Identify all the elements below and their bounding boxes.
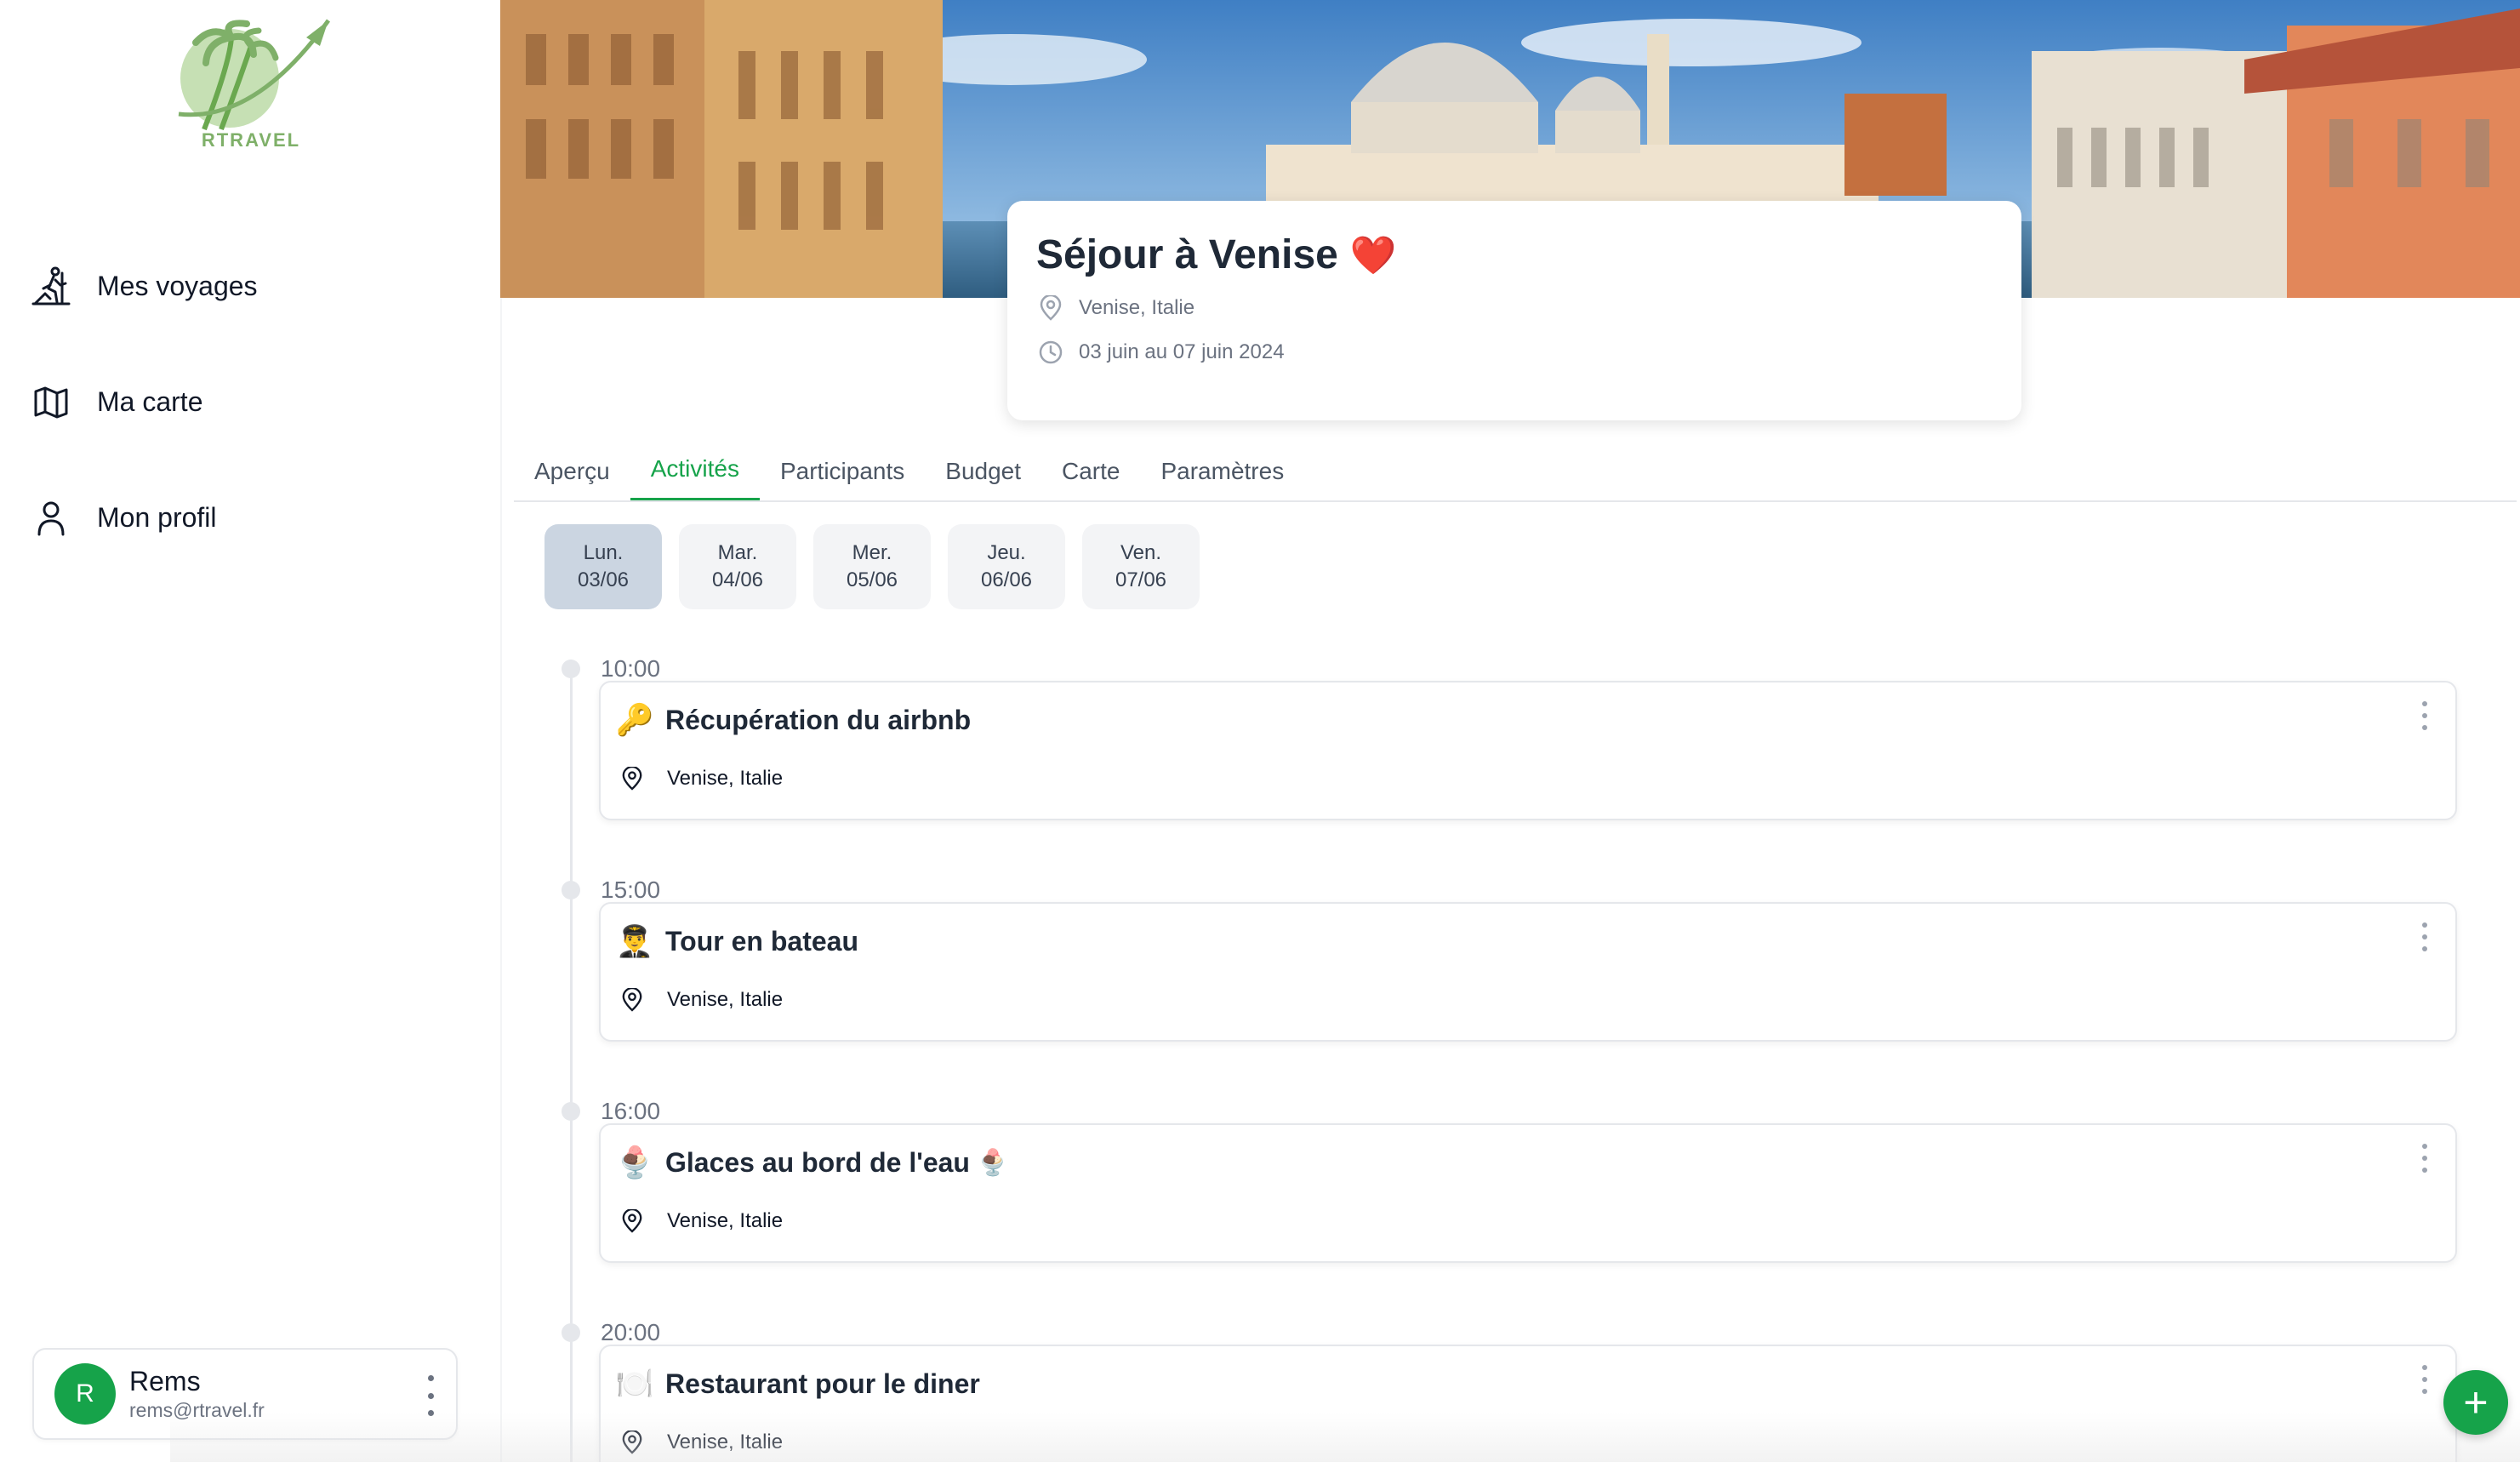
tab-budget[interactable]: Budget (945, 458, 1021, 500)
activity-title-row: 🍨 Glaces au bord de l'eau 🍨 (615, 1144, 1009, 1181)
activity-location: Venise, Italie (667, 1209, 784, 1232)
clock-icon (1036, 338, 1065, 367)
activity-card[interactable]: 🍽️ Restaurant pour le diner Venise, Ital… (599, 1345, 2457, 1462)
activity-time: 15:00 (601, 877, 661, 903)
activity-menu-icon[interactable] (2420, 922, 2430, 951)
activity-title: Récupération du airbnb (665, 704, 972, 735)
timeline-dot (562, 660, 580, 678)
day-name: Jeu. (987, 541, 1026, 564)
trip-location: Venise, Italie (1079, 296, 1195, 319)
activity-item: 10:00 🔑 Récupération du airbnb Venise, I… (553, 652, 2459, 820)
activity-title-row: 🍽️ Restaurant pour le diner (616, 1365, 980, 1402)
sidebar-item-label: Mon profil (97, 501, 217, 533)
heart-icon: ❤️ (1349, 234, 1397, 277)
activity-title-row: 🔑 Récupération du airbnb (615, 701, 972, 739)
activity-menu-icon[interactable] (2420, 1365, 2430, 1394)
day-date: 07/06 (1115, 568, 1167, 591)
sidebar-nav: Mes voyages Ma carte Mon profil (31, 255, 473, 603)
activity-title-row: 👨‍✈️ Tour en bateau (616, 922, 858, 960)
activity-menu-icon[interactable] (2420, 1144, 2430, 1173)
day-pill-mercredi[interactable]: Mer. 05/06 (813, 524, 931, 609)
trip-info-card: Séjour à Venise ❤️ Venise, Italie 03 jui… (1007, 201, 2021, 420)
location-pin-icon (618, 985, 647, 1014)
trip-title-row: Séjour à Venise ❤️ (1036, 231, 1993, 278)
ice-cream-shop-icon: 🍨 (615, 1145, 654, 1179)
sidebar-item-mes-voyages[interactable]: Mes voyages (31, 255, 473, 317)
activity-time: 20:00 (601, 1319, 661, 1345)
activity-location-row: Venise, Italie (618, 985, 783, 1014)
activity-item: 20:00 🍽️ Restaurant pour le diner Venise… (553, 1316, 2459, 1462)
sidebar-item-ma-carte[interactable]: Ma carte (31, 371, 473, 432)
trip-title: Séjour à Venise (1036, 232, 1338, 277)
timeline-dot (562, 881, 580, 899)
location-pin-icon (618, 764, 647, 793)
day-name: Mar. (717, 541, 758, 564)
day-pill-lundi[interactable]: Lun. 03/06 (544, 524, 662, 609)
activity-card[interactable]: 👨‍✈️ Tour en bateau Venise, Italie (599, 902, 2457, 1042)
day-name: Mer. (852, 541, 892, 564)
sidebar: RTRAVEL Mes voyages Ma carte Mon profil … (0, 0, 500, 1462)
ice-cream-icon: 🍨 (976, 1148, 1009, 1177)
activity-location-row: Venise, Italie (618, 1428, 783, 1457)
user-email: rems@rtravel.fr (129, 1399, 265, 1421)
user-menu-icon[interactable] (425, 1375, 436, 1416)
avatar: R (54, 1363, 116, 1425)
location-pin-icon (618, 1428, 647, 1457)
activity-location: Venise, Italie (667, 988, 784, 1011)
day-name: Lun. (583, 541, 624, 564)
sidebar-item-mon-profil[interactable]: Mon profil (31, 487, 473, 548)
boat-captain-icon: 👨‍✈️ (615, 923, 654, 958)
activity-location-row: Venise, Italie (618, 764, 783, 793)
activity-title: Restaurant pour le diner (665, 1368, 980, 1399)
day-date: 05/06 (846, 568, 898, 591)
day-selector: Lun. 03/06 Mar. 04/06 Mer. 05/06 Jeu. 06… (544, 524, 1217, 609)
trip-location-row: Venise, Italie (1036, 294, 1993, 323)
brand-name: RTRAVEL (201, 129, 301, 151)
add-activity-button[interactable]: + (2443, 1370, 2508, 1435)
activity-location: Venise, Italie (667, 1431, 784, 1453)
day-date: 03/06 (577, 568, 630, 591)
trip-tabs: Aperçu Activités Participants Budget Car… (514, 444, 2517, 502)
sidebar-item-label: Mes voyages (97, 270, 258, 301)
hiking-icon (31, 266, 71, 306)
user-card[interactable]: R Rems rems@rtravel.fr (32, 1348, 458, 1440)
tab-participants[interactable]: Participants (780, 458, 904, 500)
timeline-dot (562, 1102, 580, 1121)
tab-carte[interactable]: Carte (1062, 458, 1120, 500)
location-pin-icon (618, 1207, 647, 1236)
user-info: Rems rems@rtravel.fr (129, 1365, 265, 1423)
sidebar-item-label: Ma carte (97, 385, 203, 417)
palm-plane-logo-icon (178, 19, 331, 131)
day-pill-jeudi[interactable]: Jeu. 06/06 (948, 524, 1065, 609)
day-pill-vendredi[interactable]: Ven. 07/06 (1082, 524, 1200, 609)
trip-dates-row: 03 juin au 07 juin 2024 (1036, 338, 1993, 367)
activity-time: 10:00 (601, 655, 661, 682)
activity-item: 16:00 🍨 Glaces au bord de l'eau 🍨 Venise… (553, 1094, 2459, 1263)
key-icon: 🔑 (615, 702, 654, 737)
activity-card[interactable]: 🍨 Glaces au bord de l'eau 🍨 Venise, Ital… (599, 1123, 2457, 1263)
activity-card[interactable]: 🔑 Récupération du airbnb Venise, Italie (599, 681, 2457, 820)
tab-parametres[interactable]: Paramètres (1160, 458, 1284, 500)
app-logo[interactable]: RTRAVEL (170, 12, 332, 157)
activity-item: 15:00 👨‍✈️ Tour en bateau Venise, Italie (553, 873, 2459, 1042)
activity-location-row: Venise, Italie (618, 1207, 783, 1236)
timeline-dot (562, 1323, 580, 1342)
trip-dates: 03 juin au 07 juin 2024 (1079, 340, 1285, 363)
tab-apercu[interactable]: Aperçu (534, 458, 610, 500)
user-icon (31, 497, 71, 538)
day-date: 04/06 (711, 568, 764, 591)
restaurant-icon: 🍽️ (615, 1366, 654, 1401)
activity-location: Venise, Italie (667, 767, 784, 790)
day-pill-mardi[interactable]: Mar. 04/06 (679, 524, 796, 609)
activity-title: Tour en bateau (665, 925, 858, 957)
location-pin-icon (1036, 294, 1065, 323)
day-date: 06/06 (980, 568, 1033, 591)
activity-menu-icon[interactable] (2420, 701, 2430, 730)
map-icon (31, 381, 71, 422)
user-name: Rems (129, 1366, 201, 1396)
activity-title: Glaces au bord de l'eau (665, 1146, 970, 1178)
day-name: Ven. (1120, 541, 1162, 564)
activity-time: 16:00 (601, 1098, 661, 1124)
tab-activites[interactable]: Activités (630, 455, 760, 500)
